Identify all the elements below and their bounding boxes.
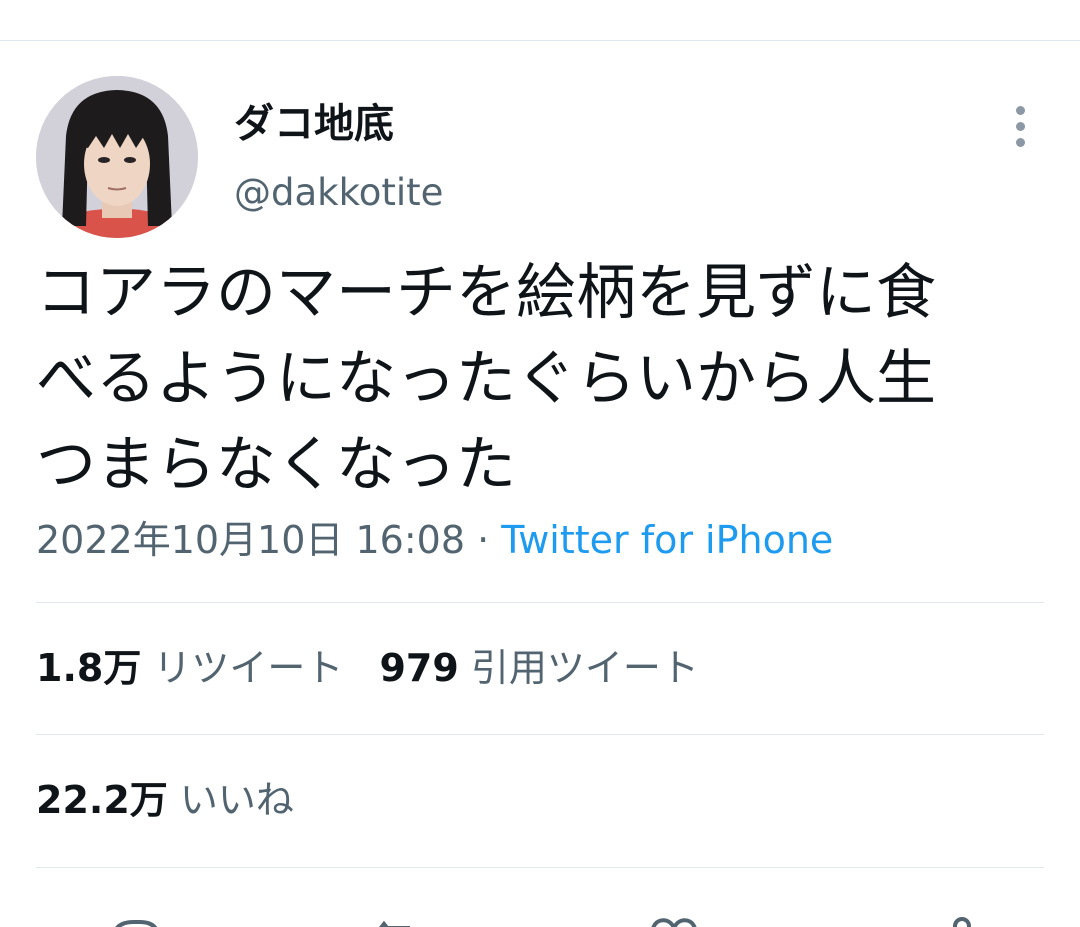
tweet-timestamp[interactable]: 2022年10月10日 16:08 [36, 518, 465, 562]
tweet-meta: 2022年10月10日 16:08 · Twitter for iPhone [36, 514, 833, 566]
retweet-button[interactable] [370, 910, 430, 927]
reply-button[interactable] [106, 910, 166, 927]
like-label: いいね [179, 778, 294, 822]
likes-stat[interactable]: 22.2万 いいね [36, 778, 294, 822]
avatar-image [36, 76, 198, 238]
tweet-text-line: コアラのマーチを絵柄を見ずに食 [36, 258, 936, 328]
retweet-count: 1.8万 [36, 646, 142, 690]
author-handle[interactable]: @dakkotite [234, 170, 443, 216]
divider [36, 602, 1044, 603]
quote-label: 引用ツイート [470, 646, 699, 690]
like-count: 22.2万 [36, 778, 168, 822]
retweet-stats-row: 1.8万 リツイート 979 引用ツイート [36, 640, 699, 696]
meta-separator: · [465, 518, 502, 562]
retweet-label: リツイート [153, 646, 344, 690]
share-button[interactable] [932, 910, 992, 927]
tweet-text-line: つまらなくなった [36, 430, 516, 500]
likes-stats-row: 22.2万 いいね [36, 772, 294, 828]
retweet-icon [379, 920, 410, 927]
tweet-source-link[interactable]: Twitter for iPhone [501, 518, 833, 562]
divider [36, 734, 1044, 735]
top-divider [0, 40, 1080, 41]
author-display-name[interactable]: ダコ地底 [234, 100, 394, 148]
like-icon [651, 918, 697, 927]
more-dot-icon [1015, 137, 1025, 147]
reply-icon [115, 920, 157, 927]
share-icon [953, 917, 971, 927]
quotes-stat[interactable]: 979 引用ツイート [379, 646, 698, 690]
tweet-text: コアラのマーチを絵柄を見ずに食 べるようになったぐらいから人生 つまらなくなった [36, 250, 1044, 508]
divider [36, 867, 1044, 868]
quote-count: 979 [379, 646, 459, 690]
more-dot-icon [1015, 121, 1025, 131]
tweet-text-line: べるようになったぐらいから人生 [36, 344, 936, 414]
more-dot-icon [1015, 105, 1025, 115]
retweets-stat[interactable]: 1.8万 リツイート [36, 646, 343, 690]
like-button[interactable] [644, 910, 704, 927]
avatar[interactable] [36, 76, 198, 238]
more-options-button[interactable] [1004, 100, 1036, 152]
tweet-detail-page: ダコ地底 @dakkotite コアラのマーチを絵柄を見ずに食 べるようになった… [0, 0, 1080, 927]
tweet-action-bar [0, 900, 1080, 927]
